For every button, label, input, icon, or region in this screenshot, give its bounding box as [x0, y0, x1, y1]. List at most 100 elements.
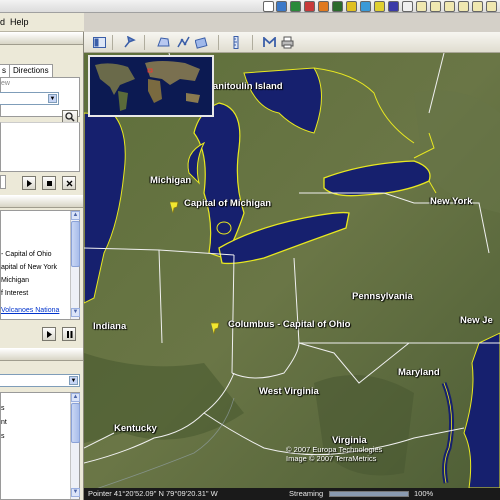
map-label-capital-michigan[interactable]: Capital of Michigan: [184, 198, 271, 209]
app-tray-icon[interactable]: [318, 1, 329, 12]
toolbar-separator: [218, 35, 219, 50]
pushpin-icon[interactable]: [209, 321, 221, 335]
layer-item[interactable]: s: [1, 405, 5, 412]
map-label-columbus[interactable]: Columbus - Capital of Ohio: [228, 319, 350, 330]
play-icon: [46, 330, 52, 338]
scroll-up-icon[interactable]: ▲: [71, 393, 80, 402]
place-item[interactable]: - Capital of Ohio: [1, 251, 52, 258]
pause-tour-button[interactable]: [62, 327, 76, 341]
toolbar-separator: [112, 35, 113, 50]
tour-slider[interactable]: [0, 175, 6, 189]
places-panel-header[interactable]: [0, 195, 83, 208]
map-label-new-york: New York: [430, 196, 473, 207]
pause-icon: [66, 330, 72, 338]
app-tray-icon[interactable]: [444, 1, 455, 12]
app-tray-icon[interactable]: [304, 1, 315, 12]
app-tray-icon[interactable]: [486, 1, 497, 12]
add-path-icon[interactable]: [176, 35, 191, 50]
scroll-down-icon[interactable]: ▼: [71, 488, 80, 497]
toolbar: [84, 32, 500, 53]
search-input[interactable]: ▼: [0, 92, 59, 105]
play-button[interactable]: [22, 176, 36, 190]
place-item[interactable]: Michigan: [1, 277, 29, 284]
status-bar: Pointer 41°20'52.09" N 79°09'20.31" W St…: [84, 488, 500, 500]
pointer-coordinates: Pointer 41°20'52.09" N 79°09'20.31" W: [88, 489, 218, 498]
stop-icon: [46, 180, 52, 186]
app-tray-icon[interactable]: [332, 1, 343, 12]
pushpin-icon[interactable]: [168, 200, 180, 214]
play-icon: [26, 179, 32, 187]
play-tour-button[interactable]: [42, 327, 56, 341]
places-tree: - Capital of Ohio apital of New York Mic…: [0, 210, 80, 320]
search-hint: ew: [1, 80, 10, 87]
email-icon[interactable]: [262, 35, 277, 50]
app-tray-icon[interactable]: [374, 1, 385, 12]
os-taskbar: [0, 0, 500, 13]
add-placemark-icon[interactable]: [122, 35, 137, 50]
layers-panel-header[interactable]: [0, 348, 83, 361]
place-item[interactable]: f Interest: [1, 290, 28, 297]
map-label-pennsylvania: Pennsylvania: [352, 291, 413, 302]
menu-bar: d Help: [0, 13, 84, 32]
app-tray-icon[interactable]: [263, 1, 274, 12]
sidebar-toggle-icon[interactable]: [92, 35, 107, 50]
menu-item-help[interactable]: Help: [10, 17, 29, 27]
world-map-icon: [90, 57, 212, 115]
chevron-down-icon[interactable]: ▼: [69, 376, 78, 385]
ruler-icon[interactable]: [228, 35, 243, 50]
app-tray-icon[interactable]: [416, 1, 427, 12]
tab-directions[interactable]: Directions: [9, 64, 53, 77]
map-view[interactable]: Manitoulin Island Michigan Capital of Mi…: [84, 53, 500, 488]
streaming-percent: 100%: [414, 489, 434, 498]
app-tray-icon[interactable]: [430, 1, 441, 12]
scroll-up-icon[interactable]: ▲: [71, 211, 80, 220]
layers-list: s nt s ▲ ▼: [0, 392, 80, 500]
add-polygon-icon[interactable]: [156, 35, 171, 50]
scroll-thumb[interactable]: [71, 221, 80, 267]
map-label-new-jersey: New Je: [460, 315, 493, 326]
app-tray-icon[interactable]: [290, 1, 301, 12]
place-item[interactable]: apital of New York: [1, 264, 57, 271]
app-tray-icon[interactable]: [458, 1, 469, 12]
chevron-down-icon[interactable]: ▼: [48, 94, 57, 103]
map-copyright: © 2007 Europa Technologies Image © 2007 …: [286, 445, 382, 463]
place-link[interactable]: Volcanoes Nationa: [1, 307, 59, 314]
layers-view-select[interactable]: ▼: [0, 374, 80, 387]
copyright-line: Image © 2007 TerraMetrics: [286, 454, 377, 463]
places-controls: [0, 324, 83, 344]
map-label-kentucky: Kentucky: [114, 423, 157, 434]
overview-map[interactable]: [88, 55, 214, 117]
app-tray-icon[interactable]: [472, 1, 483, 12]
app-tray-icon[interactable]: [346, 1, 357, 12]
map-label-indiana: Indiana: [93, 321, 127, 332]
map-label-west-virginia: West Virginia: [259, 386, 319, 397]
streaming-progress-fill: [330, 492, 408, 496]
app-tray-icon[interactable]: [402, 1, 413, 12]
search-controls: [0, 173, 83, 193]
menu-item-add[interactable]: d: [0, 17, 5, 27]
streaming-label: Streaming: [289, 489, 324, 498]
toolbar-separator: [252, 35, 253, 50]
search-icon: [65, 112, 75, 122]
copyright-line: © 2007 Europa Technologies: [286, 445, 383, 454]
map-label-manitoulin: Manitoulin Island: [205, 81, 283, 92]
scroll-thumb[interactable]: [71, 403, 80, 443]
search-results: [0, 122, 80, 172]
stop-button[interactable]: [42, 176, 56, 190]
toolbar-separator: [144, 35, 145, 50]
places-scrollbar[interactable]: ▲ ▼: [70, 211, 80, 319]
sidebar: s Directions ew ▼ - Capital of Ohio apit…: [0, 32, 84, 500]
search-panel-header[interactable]: [0, 32, 83, 45]
app-tray-icon[interactable]: [360, 1, 371, 12]
scroll-down-icon[interactable]: ▼: [71, 308, 80, 317]
print-icon[interactable]: [280, 35, 295, 50]
layer-item[interactable]: s: [1, 433, 5, 440]
app-tray-icon[interactable]: [276, 1, 287, 12]
layer-item[interactable]: nt: [1, 419, 7, 426]
add-overlay-icon[interactable]: [194, 35, 209, 50]
map-label-maryland: Maryland: [398, 367, 440, 378]
app-tray-icon[interactable]: [388, 1, 399, 12]
layers-scrollbar[interactable]: ▲ ▼: [70, 393, 80, 499]
close-icon: [66, 180, 72, 186]
close-button[interactable]: [62, 176, 76, 190]
